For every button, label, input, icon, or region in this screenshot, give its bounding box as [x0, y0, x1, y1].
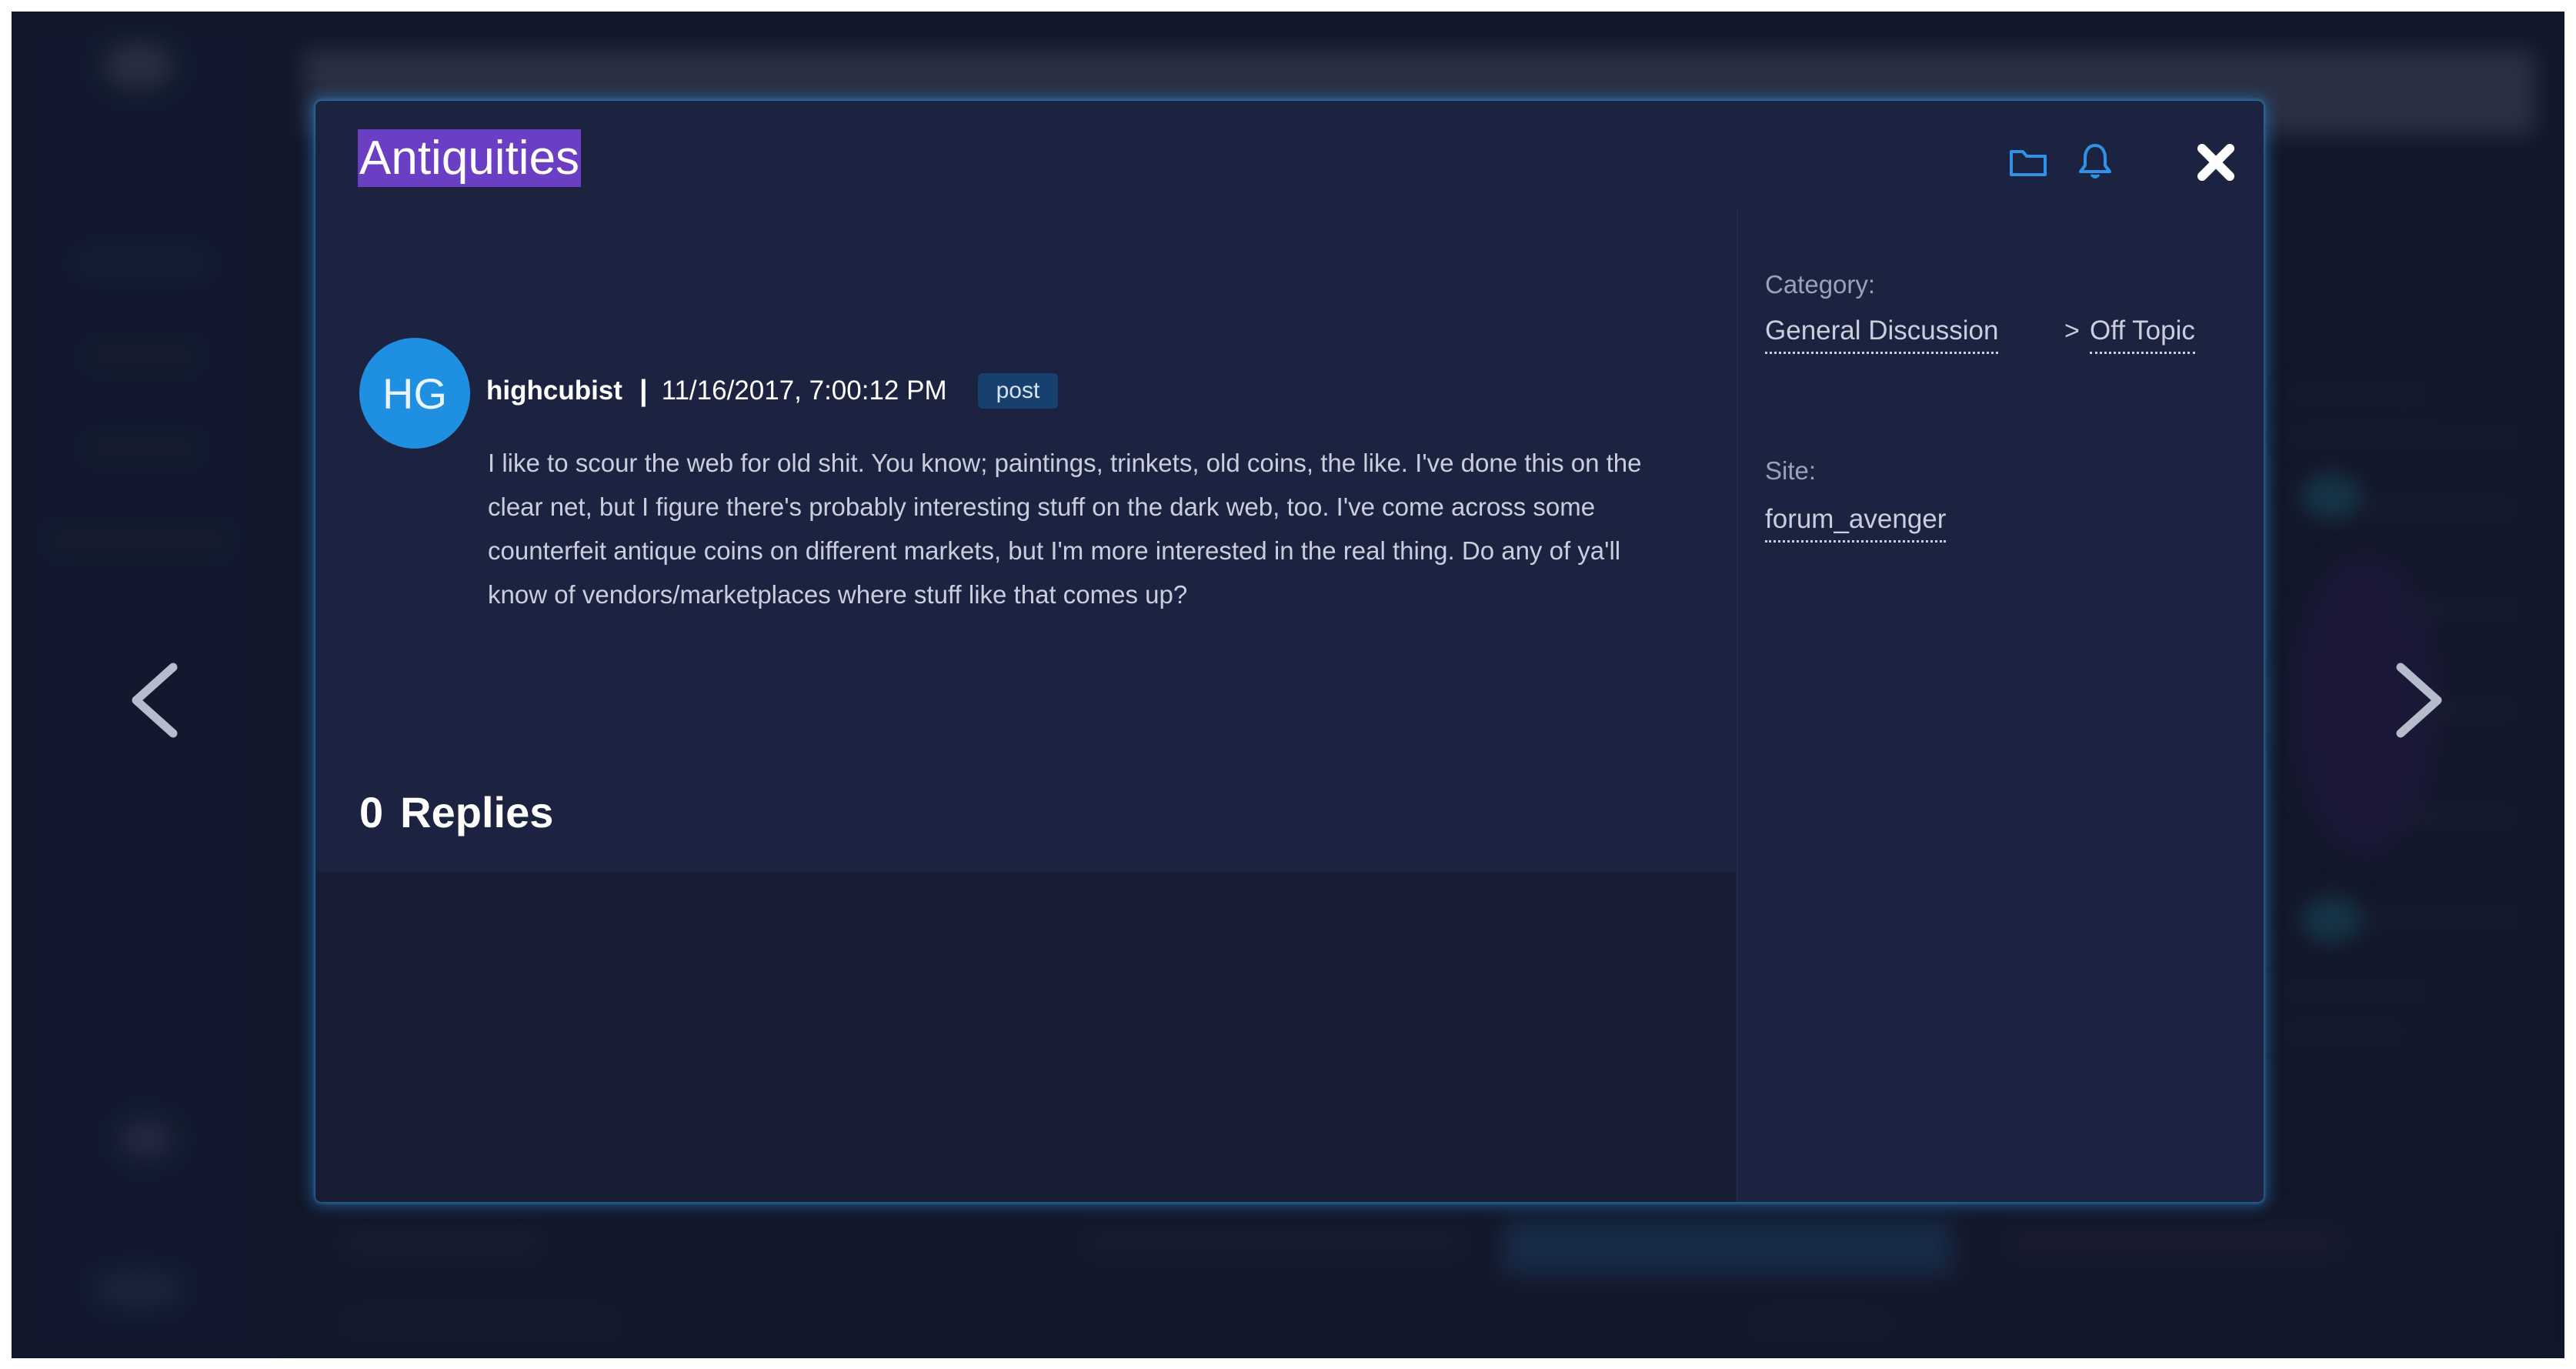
close-icon: [2197, 144, 2234, 181]
next-post-button[interactable]: [2389, 654, 2451, 746]
post-detail-modal: Antiquities HG highcubist | 11/16/2017, …: [315, 101, 2264, 1202]
post-details-sidebar: Category: General Discussion > Off Topic…: [1737, 209, 2264, 1202]
chevron-left-icon: [132, 663, 178, 738]
replies-count: 0: [359, 788, 384, 836]
post-body: I like to scour the web for old shit. Yo…: [488, 449, 1642, 609]
close-modal-button[interactable]: [2193, 139, 2239, 185]
replies-header: 0 Replies: [359, 787, 553, 837]
modal-header: Antiquities: [315, 101, 2264, 209]
notify-button[interactable]: [2074, 141, 2117, 184]
post-timestamp: 11/16/2017, 7:00:12 PM: [661, 376, 947, 406]
replies-label: Replies: [400, 788, 554, 836]
avatar-initials: HG: [382, 369, 447, 418]
previous-post-button[interactable]: [123, 654, 185, 746]
site-link[interactable]: forum_avenger: [1765, 503, 1947, 543]
post-type-badge: post: [977, 373, 1059, 409]
chevron-right-icon: [2396, 663, 2442, 738]
category-link-off-topic[interactable]: Off Topic: [2090, 315, 2195, 354]
bell-icon: [2079, 144, 2111, 179]
author-username[interactable]: highcubist: [486, 376, 622, 406]
folder-icon: [2010, 150, 2047, 176]
meta-separator: |: [639, 374, 648, 407]
site-label: Site:: [1765, 456, 1817, 485]
post-title: Antiquities: [358, 129, 582, 187]
author-avatar: HG: [359, 338, 470, 449]
category-link-general-discussion[interactable]: General Discussion: [1765, 315, 1999, 354]
post-meta: highcubist | 11/16/2017, 7:00:12 PM post: [486, 372, 1059, 410]
save-to-folder-button[interactable]: [2007, 141, 2050, 184]
category-label: Category:: [1765, 270, 1876, 299]
breadcrumb-separator-icon: >: [2064, 316, 2080, 346]
post-content-column: HG highcubist | 11/16/2017, 7:00:12 PM p…: [315, 209, 1736, 1202]
replies-list: [315, 872, 1736, 1202]
